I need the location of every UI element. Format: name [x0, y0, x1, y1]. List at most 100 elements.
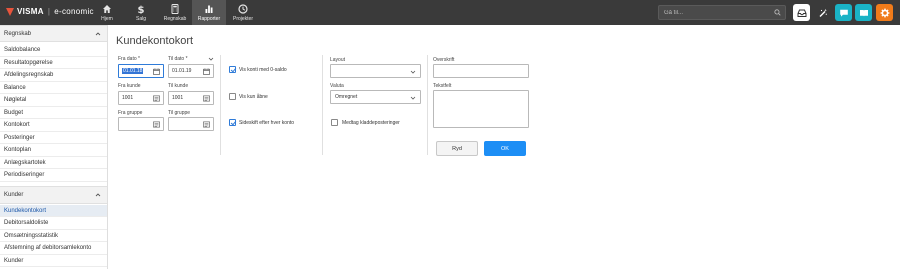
page-title: Kundekontokort: [116, 35, 194, 47]
nav-salg[interactable]: $ Salg: [124, 0, 158, 25]
book-icon: [859, 9, 868, 16]
sidebar-item-budget[interactable]: Budget: [0, 107, 107, 119]
til-kunde-label: Til kunde: [168, 83, 189, 89]
sideskift-checkbox[interactable]: [229, 119, 236, 126]
sidebar-section-regnskab[interactable]: Regnskab: [0, 25, 107, 42]
main-content: Kundekontokort Fra dato * 01.01.18 Til d…: [108, 25, 900, 269]
sidebar-item-saldobalance[interactable]: Saldobalance: [0, 44, 107, 57]
sidebar-item-anlaegskartotek[interactable]: Anlægskartotek: [0, 157, 107, 169]
fra-kunde-value: 1001: [122, 95, 134, 101]
visma-logo-icon: [6, 7, 15, 16]
calendar-icon[interactable]: [203, 68, 210, 75]
chevron-down-icon: [410, 96, 416, 100]
sidebar-item-afdelingsregnskab[interactable]: Afdelingsregnskab: [0, 69, 107, 82]
magic-wand-button[interactable]: [814, 4, 831, 21]
fra-kunde-input[interactable]: 1001: [118, 91, 164, 105]
sidebar-item-kontoplan[interactable]: Kontoplan: [0, 144, 107, 157]
sidebar-item-kontokort[interactable]: Kontokort: [0, 119, 107, 132]
sidebar-item-kundekontokort[interactable]: Kundekontokort: [0, 204, 107, 217]
bar-chart-icon: [205, 5, 213, 13]
chevron-up-icon[interactable]: [95, 192, 101, 198]
medtag-kladde-label: Medtag kladdeposteringer: [342, 120, 400, 126]
lookup-list-icon[interactable]: [203, 121, 210, 128]
til-dato-label: Til dato *: [168, 56, 188, 62]
overskrift-label: Overskrift: [433, 57, 455, 63]
search-icon[interactable]: [774, 9, 781, 16]
til-kunde-input[interactable]: 1001: [168, 91, 214, 105]
lookup-list-icon[interactable]: [203, 95, 210, 102]
ryd-button[interactable]: Ryd: [436, 141, 478, 156]
chevron-up-icon[interactable]: [95, 31, 101, 37]
sidebar: Regnskab Saldobalance Resultatopgørelse …: [0, 25, 108, 269]
nav-label: Regnskab: [163, 15, 187, 22]
chat-button[interactable]: [835, 4, 852, 21]
sidebar-section-kunder[interactable]: Kunder: [0, 185, 107, 204]
fra-gruppe-label: Fra gruppe: [118, 110, 143, 116]
vis-konti-label: Vis konti med 0-saldo: [239, 67, 287, 73]
til-kunde-value: 1001: [172, 95, 184, 101]
help-book-button[interactable]: [855, 4, 872, 21]
section-title: Regnskab: [4, 30, 32, 37]
sidebar-item-posteringer[interactable]: Posteringer: [0, 132, 107, 144]
clock-icon: [238, 3, 248, 14]
tekstfelt-label: Tekstfelt: [433, 83, 452, 89]
medtag-kladde-checkbox[interactable]: [331, 119, 338, 126]
nav-rapporter[interactable]: Rapporter: [192, 0, 226, 25]
vis-kun-aabne-label: Vis kun åbne: [239, 94, 268, 100]
settings-button[interactable]: [876, 4, 893, 21]
valuta-select[interactable]: Omregnet: [330, 90, 421, 104]
brand-separator: |: [47, 7, 51, 16]
calculator-icon: [171, 3, 179, 14]
lookup-list-icon[interactable]: [153, 121, 160, 128]
nav-label: Projekter: [232, 15, 253, 22]
nav-hjem[interactable]: Hjem: [90, 0, 124, 25]
lookup-list-icon[interactable]: [153, 95, 160, 102]
fra-gruppe-input[interactable]: [118, 117, 164, 131]
top-bar: VISMA | e-conomic Hjem $ Salg Regnskab R…: [0, 0, 900, 25]
chevron-down-icon[interactable]: [208, 56, 214, 62]
svg-text:$: $: [138, 5, 145, 14]
fra-dato-label: Fra dato *: [118, 56, 140, 62]
sidebar-item-noegletal[interactable]: Nøgletal: [0, 94, 107, 107]
fra-kunde-label: Fra kunde: [118, 83, 141, 89]
til-gruppe-input[interactable]: [168, 117, 214, 131]
sidebar-item-afstemning[interactable]: Afstemning af debitorsamlekonto: [0, 242, 107, 255]
ok-button[interactable]: OK: [484, 141, 526, 156]
magic-wand-icon: [819, 8, 827, 17]
til-dato-value: 01.01.19: [172, 68, 192, 74]
column-divider: [220, 55, 221, 155]
inbox-icon: [797, 9, 806, 17]
tekstfelt-textarea[interactable]: [433, 90, 529, 128]
main-nav: Hjem $ Salg Regnskab Rapporter Projekter: [90, 0, 260, 25]
sidebar-item-kunder[interactable]: Kunder: [0, 255, 107, 267]
sidebar-item-debitorsaldoliste[interactable]: Debitorsaldoliste: [0, 217, 107, 230]
vis-kun-aabne-checkbox[interactable]: [229, 93, 236, 100]
search-box: [658, 5, 786, 20]
calendar-icon[interactable]: [153, 68, 160, 75]
nav-regnskab[interactable]: Regnskab: [158, 0, 192, 25]
search-input[interactable]: [659, 6, 769, 19]
sidebar-item-resultatopgoerelse[interactable]: Resultatopgørelse: [0, 57, 107, 69]
brand-name: VISMA: [17, 7, 44, 16]
nav-label: Rapporter: [197, 15, 221, 22]
sidebar-item-omsaetningsstatistik[interactable]: Omsætningsstatistik: [0, 230, 107, 242]
nav-label: Salg: [135, 15, 146, 22]
overskrift-input[interactable]: [433, 64, 529, 78]
til-gruppe-label: Til gruppe: [168, 110, 191, 116]
fra-dato-value: 01.01.18: [122, 68, 144, 74]
app-logo[interactable]: VISMA | e-conomic: [6, 7, 94, 16]
dollar-icon: $: [138, 5, 145, 14]
gear-icon: [880, 8, 889, 17]
layout-label: Layout: [330, 57, 346, 63]
sidebar-item-balance[interactable]: Balance: [0, 82, 107, 94]
sidebar-item-periodiseringer[interactable]: Periodiseringer: [0, 169, 107, 182]
section-title: Kunder: [4, 191, 24, 198]
til-dato-input[interactable]: 01.01.19: [168, 64, 214, 78]
valuta-label: Valuta: [330, 83, 344, 89]
product-name: e-conomic: [54, 7, 94, 16]
layout-select[interactable]: [330, 64, 421, 78]
fra-dato-input[interactable]: 01.01.18: [118, 64, 164, 78]
inbox-button[interactable]: [793, 4, 810, 21]
nav-projekter[interactable]: Projekter: [226, 0, 260, 25]
vis-konti-checkbox[interactable]: [229, 66, 236, 73]
